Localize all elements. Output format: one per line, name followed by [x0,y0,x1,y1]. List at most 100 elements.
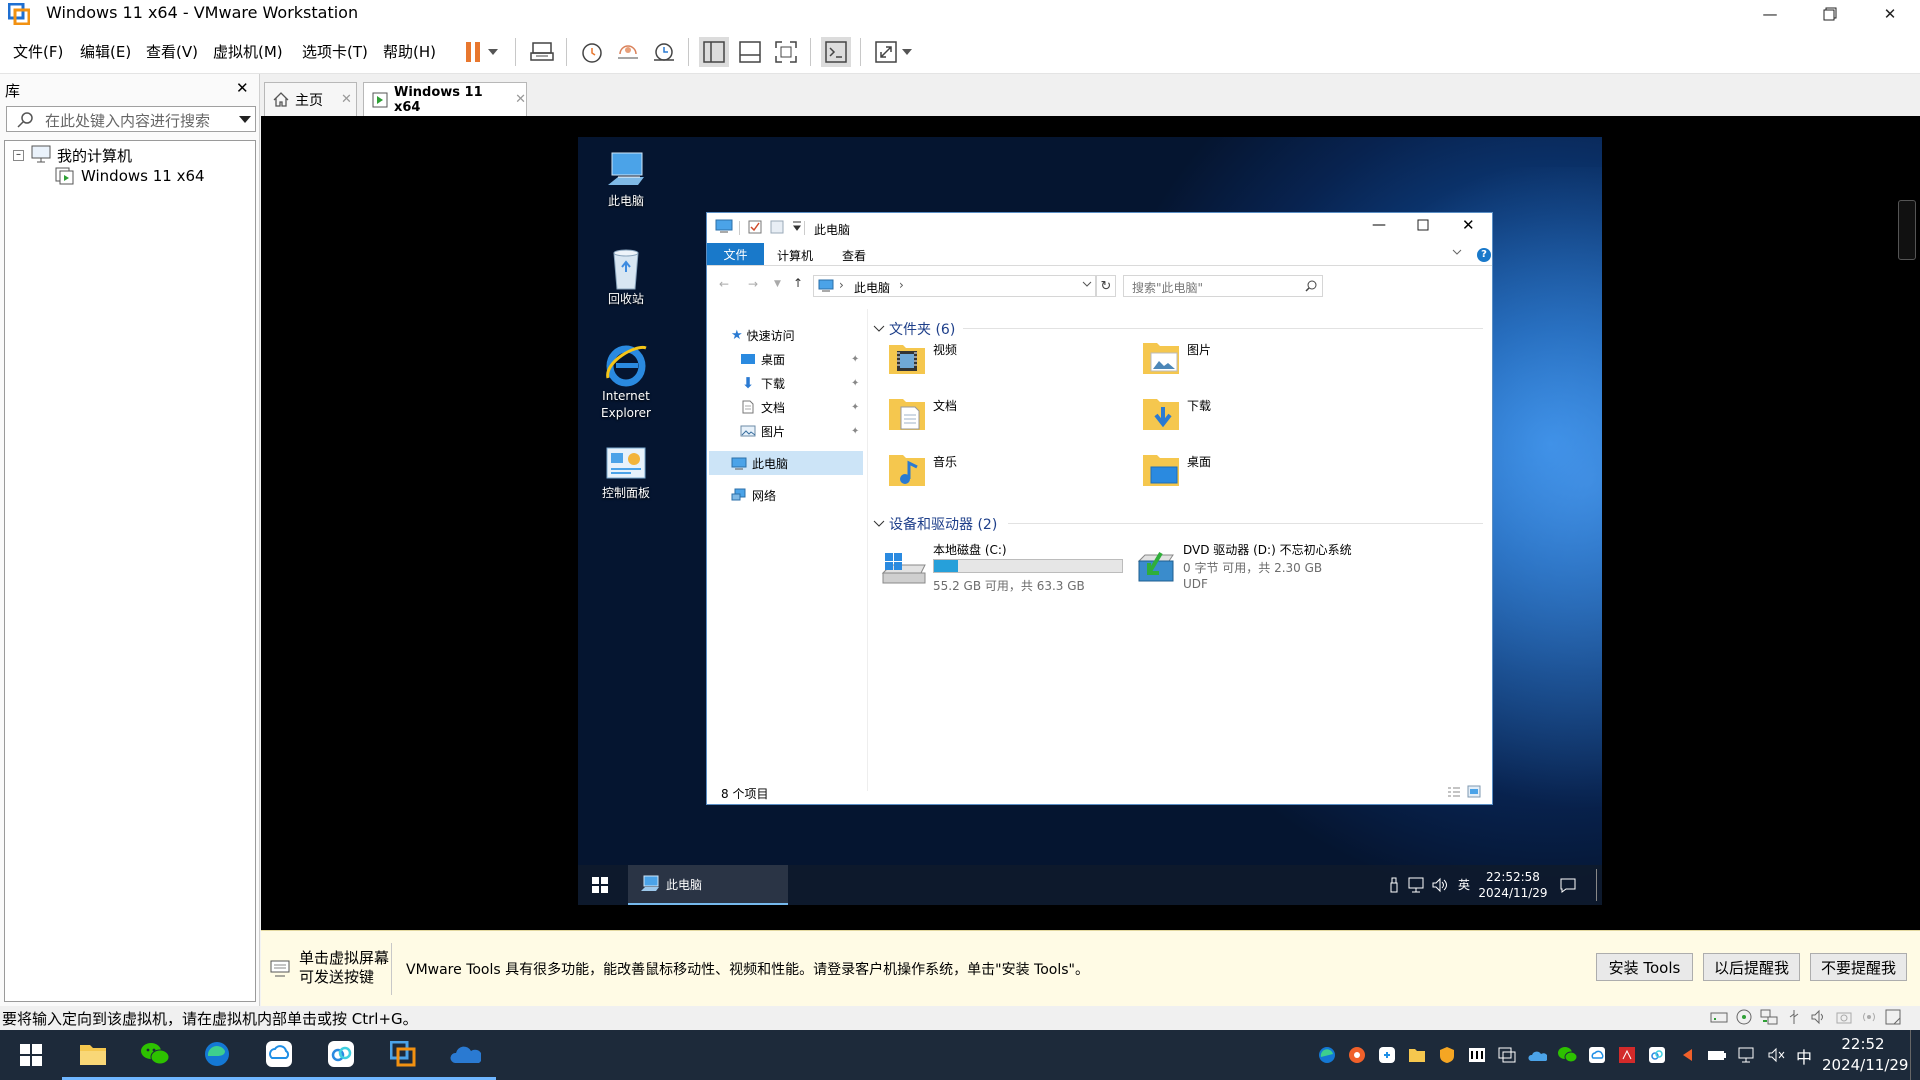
folder-documents[interactable]: 文档 [887,393,957,433]
nav-downloads[interactable]: ⬇ 下载 ✦ [707,371,865,395]
new-folder-icon[interactable] [769,219,785,235]
folder-downloads[interactable]: 下载 [1141,393,1211,433]
camera-status-icon[interactable] [1835,1009,1853,1025]
folder-videos[interactable]: 视频 [887,337,957,377]
tree-my-computer[interactable]: 我的计算机 [57,145,132,166]
recent-dropdown[interactable]: ▼ [774,279,781,289]
ime-indicator[interactable]: 英 [1458,876,1470,893]
message-log-icon[interactable] [1885,1009,1903,1025]
pin-icon[interactable]: ✦ [851,354,859,365]
pin-icon[interactable]: ✦ [851,402,859,413]
back-arrow-icon[interactable]: ← [719,277,729,291]
nav-pictures[interactable]: 图片 ✦ [707,419,865,443]
desktop-icon-ie[interactable]: Internet Explorer [586,342,666,422]
folder-music[interactable]: 音乐 [887,449,957,489]
network-tray-icon[interactable] [1408,877,1426,893]
drive-d[interactable]: DVD 驱动器 (D:) 不忘初心系统 0 字节 可用，共 2.30 GB UD… [1137,537,1482,597]
desktop-icon-thispc[interactable]: 此电脑 [586,149,666,210]
volume-tray-icon[interactable] [1432,877,1448,893]
help-icon[interactable]: ? [1477,248,1491,262]
address-bar[interactable]: › 此电脑 › [813,275,1096,297]
up-arrow-icon[interactable]: ↑ [793,276,803,290]
remind-later-button[interactable]: 以后提醒我 [1703,953,1800,981]
menu-help[interactable]: 帮助(H) [383,41,436,62]
install-tools-button[interactable]: 安装 Tools [1596,953,1693,981]
address-dropdown[interactable] [1082,281,1092,287]
nav-quick-access[interactable]: ★ 快速访问 [707,323,865,347]
collapse-toggle[interactable]: – [13,150,24,161]
host-app-onedrive[interactable] [434,1030,496,1080]
library-search-box[interactable]: 在此处键入内容进行搜索 [6,106,256,132]
ribbon-tab-computer[interactable]: 计算机 [777,247,813,264]
snapshot-manager-button[interactable] [649,37,679,67]
wireless-status-icon[interactable] [1860,1009,1878,1025]
tray-cloud-icon[interactable] [1586,1044,1608,1066]
never-remind-button[interactable]: 不要提醒我 [1810,953,1907,981]
drives-group-header[interactable]: 设备和驱动器 (2) [873,514,997,534]
guest-clock[interactable]: 22:52:58 2024/11/29 [1476,869,1550,901]
ribbon-tab-view[interactable]: 查看 [842,247,866,264]
host-start-button[interactable] [0,1030,62,1080]
folders-group-header[interactable]: 文件夹 (6) [873,319,955,339]
host-app-vmware[interactable] [372,1030,434,1080]
drive-c[interactable]: 本地磁盘 (C:) 55.2 GB 可用，共 63.3 GB [881,537,1131,597]
tree-vm-windows11[interactable]: Windows 11 x64 [81,167,205,185]
host-ime-indicator[interactable]: 中 [1796,1044,1812,1068]
host-app-edge[interactable] [186,1030,248,1080]
tray-network-icon[interactable] [1736,1044,1758,1066]
menu-vm[interactable]: 虚拟机(M) [213,41,283,62]
ribbon-tab-file[interactable]: 文件 [707,243,764,265]
qat-dropdown[interactable] [792,220,802,232]
tray-app-mi-icon[interactable] [1466,1044,1488,1066]
restore-button[interactable] [1800,0,1860,28]
tray-wechat-icon[interactable] [1556,1044,1578,1066]
tray-battery-icon[interactable] [1706,1044,1728,1066]
explorer-minimize-button[interactable]: — [1372,217,1386,233]
nav-desktop[interactable]: 桌面 ✦ [707,347,865,371]
tray-security-icon[interactable] [1436,1044,1458,1066]
folder-desktop[interactable]: 桌面 [1141,449,1211,489]
pin-icon[interactable]: ✦ [851,426,859,437]
menu-view[interactable]: 查看(V) [146,41,198,62]
tray-blue-app-icon[interactable] [1376,1044,1398,1066]
sound-status-icon[interactable] [1810,1009,1828,1025]
tray-edge-icon[interactable] [1316,1044,1338,1066]
tray-onedrive-icon[interactable] [1526,1044,1548,1066]
menu-edit[interactable]: 编辑(E) [80,41,131,62]
show-desktop-button[interactable] [1910,1030,1911,1080]
tray-folder-icon[interactable] [1406,1044,1428,1066]
tab-windows11[interactable]: Windows 11 x64 ✕ [363,82,527,116]
windows-start-icon[interactable] [592,877,608,893]
guest-taskbar-app-thispc[interactable]: 此电脑 [628,865,788,905]
send-ctrl-alt-del-button[interactable] [527,37,557,67]
menu-tabs[interactable]: 选项卡(T) [302,41,368,62]
explorer-close-button[interactable]: ✕ [1462,216,1475,234]
folder-pictures[interactable]: 图片 [1141,337,1211,377]
pause-button[interactable] [458,37,488,67]
chevron-down-icon[interactable] [239,116,251,123]
tray-arrow-icon[interactable] [1676,1044,1698,1066]
vm-sidebar-handle[interactable] [1898,200,1916,260]
refresh-button[interactable]: ↻ [1096,275,1116,297]
tray-red-square-icon[interactable] [1616,1044,1638,1066]
explorer-search-box[interactable]: 搜索"此电脑" [1123,275,1323,297]
properties-icon[interactable] [747,219,763,235]
fullscreen-button[interactable] [771,37,801,67]
close-window-button[interactable]: ✕ [1860,0,1920,28]
nav-this-pc[interactable]: 此电脑 [709,451,863,475]
host-app-file-explorer[interactable] [62,1030,124,1080]
usb-tray-icon[interactable] [1388,877,1400,893]
console-view-button[interactable] [821,37,851,67]
pin-icon[interactable]: ✦ [851,378,859,389]
tab-windows11-close[interactable]: ✕ [515,92,526,107]
tray-window-icon[interactable] [1496,1044,1518,1066]
tray-red-app-icon[interactable] [1346,1044,1368,1066]
revert-snapshot-button[interactable] [613,37,643,67]
tab-home[interactable]: 主页 ✕ [264,82,357,116]
action-center-icon[interactable] [1560,877,1576,893]
network-status-icon[interactable] [1760,1009,1778,1025]
explorer-maximize-button[interactable] [1417,219,1429,231]
stretch-guest-button[interactable] [871,37,901,67]
minimize-button[interactable]: — [1740,0,1800,28]
ribbon-expand-chevron[interactable] [1452,249,1462,255]
